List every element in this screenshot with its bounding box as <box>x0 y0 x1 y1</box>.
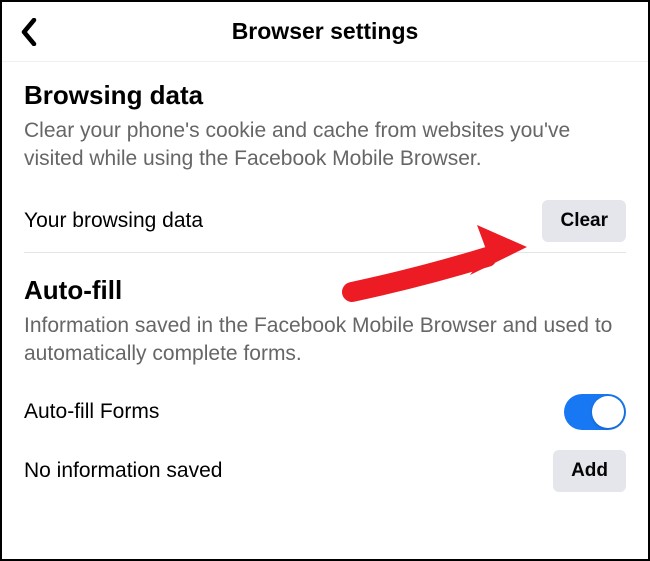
chevron-left-icon <box>20 18 38 46</box>
add-button[interactable]: Add <box>553 450 626 492</box>
section-auto-fill: Auto-fill Information saved in the Faceb… <box>2 253 648 369</box>
browsing-data-title: Browsing data <box>24 80 626 111</box>
header: Browser settings <box>2 2 648 62</box>
back-button[interactable] <box>20 18 38 46</box>
clear-button[interactable]: Clear <box>542 200 626 242</box>
auto-fill-description: Information saved in the Facebook Mobile… <box>24 312 626 369</box>
auto-fill-title: Auto-fill <box>24 275 626 306</box>
page-title: Browser settings <box>232 18 419 45</box>
auto-fill-toggle[interactable] <box>564 394 626 430</box>
browsing-data-description: Clear your phone's cookie and cache from… <box>24 117 626 174</box>
section-browsing-data: Browsing data Clear your phone's cookie … <box>2 62 648 174</box>
row-your-browsing-data: Your browsing data Clear <box>2 190 648 252</box>
auto-fill-forms-label: Auto-fill Forms <box>24 400 159 424</box>
no-information-saved-label: No information saved <box>24 459 222 483</box>
your-browsing-data-label: Your browsing data <box>24 209 203 233</box>
toggle-knob <box>592 396 624 428</box>
row-no-information-saved: No information saved Add <box>2 440 648 502</box>
row-auto-fill-forms: Auto-fill Forms <box>2 384 648 440</box>
